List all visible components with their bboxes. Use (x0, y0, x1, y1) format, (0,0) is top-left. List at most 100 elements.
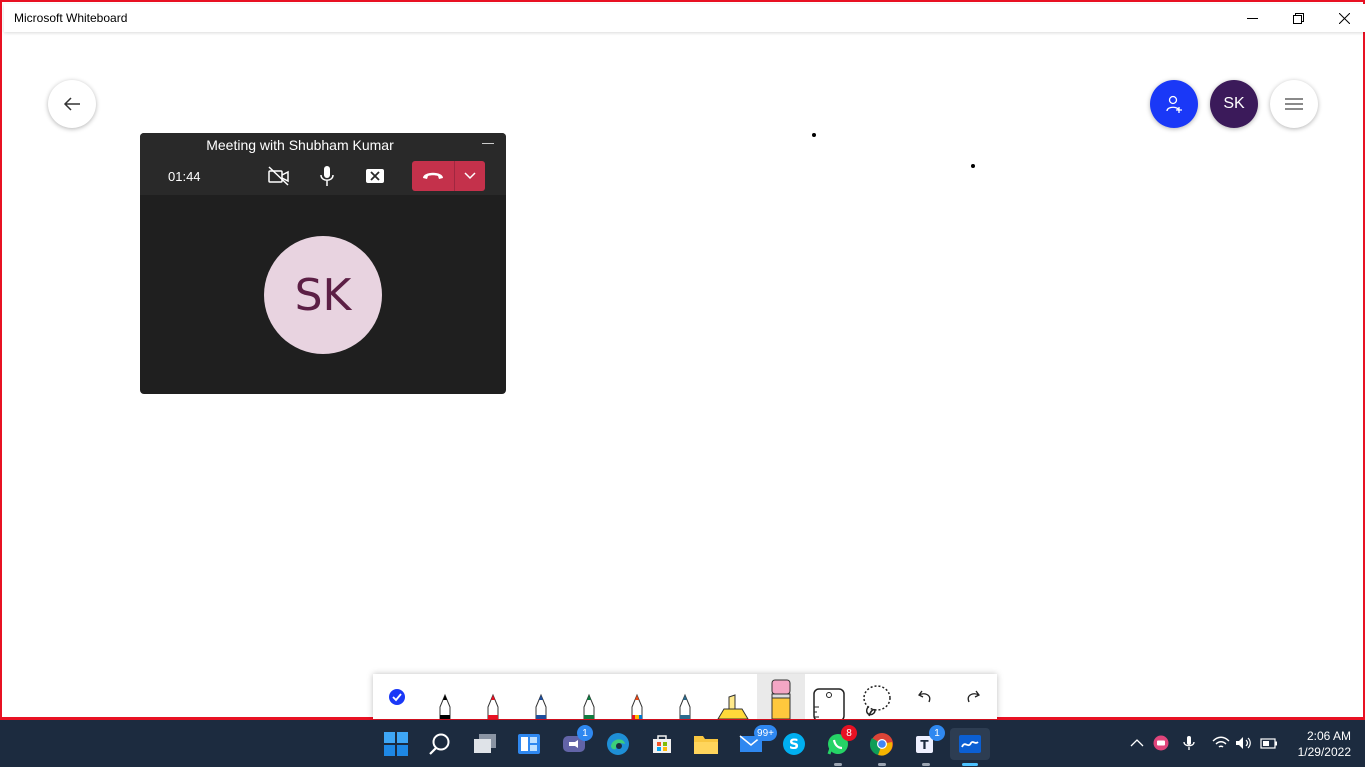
search-icon (429, 733, 450, 755)
battery-icon (1260, 738, 1277, 749)
task-view-button[interactable] (469, 728, 501, 760)
lasso-button[interactable] (853, 674, 901, 719)
svg-text:S: S (789, 737, 799, 753)
whiteboard-button[interactable] (950, 728, 990, 766)
start-button[interactable] (380, 728, 412, 760)
search-button[interactable] (424, 728, 456, 760)
checkmark-circle-icon (389, 688, 405, 705)
user-initials: SK (1223, 95, 1245, 112)
hang-up-group (412, 161, 485, 191)
clock-time: 2:06 AM (1306, 729, 1351, 743)
highlighter-button[interactable] (709, 674, 757, 719)
notification-badge: 8 (841, 725, 857, 741)
whatsapp-button[interactable]: 8 (822, 725, 857, 766)
share-stop-icon (366, 169, 384, 183)
volume-button[interactable] (1233, 732, 1255, 754)
mail-button[interactable]: 99+ (735, 725, 777, 760)
minimize-button[interactable] (1229, 4, 1275, 32)
redo-button[interactable] (949, 674, 997, 719)
chevron-down-icon (464, 172, 476, 180)
notification-badge: 1 (929, 725, 945, 741)
teams-button[interactable]: T 1 (910, 725, 945, 766)
teams-chat-button[interactable]: 1 (558, 725, 593, 760)
edge-icon (607, 733, 629, 755)
meeting-title: Meeting with Shubham Kumar (206, 137, 394, 153)
folder-icon (694, 736, 718, 754)
pen-blue-button[interactable] (517, 674, 565, 719)
meeting-window[interactable]: Meeting with Shubham Kumar 01:44 SK (140, 133, 506, 394)
pen-galaxy-button[interactable] (661, 674, 709, 719)
hang-up-icon (423, 172, 443, 179)
notification-badge: 99+ (754, 725, 777, 741)
redo-icon (967, 690, 980, 702)
edge-button[interactable] (602, 728, 634, 760)
person-add-icon (1166, 95, 1182, 113)
mute-button[interactable] (313, 163, 341, 189)
undo-button[interactable] (901, 674, 949, 719)
show-hidden-icons-button[interactable] (1126, 732, 1148, 754)
pen-black-button[interactable] (421, 674, 469, 719)
camera-toggle-button[interactable] (265, 163, 293, 189)
restore-icon (1292, 12, 1304, 24)
video-off-icon (268, 166, 289, 186)
pen-icon (583, 693, 595, 719)
call-options-dropdown[interactable] (455, 161, 485, 191)
window-title: Microsoft Whiteboard (14, 11, 128, 25)
app-window: Microsoft Whiteboard SK Meeting with Shu… (0, 0, 1365, 720)
call-timer: 01:44 (168, 169, 201, 184)
task-view-icon (474, 734, 496, 753)
minimize-icon (1246, 17, 1258, 19)
running-indicator (834, 763, 842, 766)
pen-red-button[interactable] (469, 674, 517, 719)
battery-button[interactable] (1258, 732, 1280, 754)
microphone-tray-button[interactable] (1178, 732, 1200, 754)
invite-button[interactable] (1150, 80, 1198, 128)
meeting-header: Meeting with Shubham Kumar 01:44 (140, 133, 506, 195)
pen-rainbow-button[interactable] (613, 674, 661, 719)
chrome-button[interactable] (866, 728, 898, 766)
ruler-button[interactable] (805, 674, 853, 719)
chrome-icon (870, 733, 893, 756)
ink-dot (971, 164, 975, 168)
notification-badge: 1 (577, 725, 593, 741)
pen-icon (631, 693, 643, 719)
close-icon (1338, 12, 1350, 24)
wifi-button[interactable] (1210, 732, 1232, 754)
microphone-icon (320, 166, 334, 186)
clock[interactable]: 2:06 AM 1/29/2022 (1298, 728, 1351, 760)
meet-now-button[interactable] (1150, 732, 1172, 754)
inking-toolbar (373, 674, 997, 719)
user-avatar-button[interactable]: SK (1210, 80, 1258, 128)
back-button[interactable] (48, 80, 96, 128)
svg-text:T: T (920, 738, 929, 752)
store-button[interactable] (646, 728, 678, 760)
running-indicator (878, 763, 886, 766)
pen-icon (679, 693, 691, 719)
wifi-icon (1212, 736, 1230, 748)
widgets-button[interactable] (513, 728, 545, 760)
taskbar: 1 99+ S 8 T 1 2:06 AM 1/29/2022 (0, 720, 1365, 767)
stop-sharing-button[interactable] (361, 163, 389, 189)
meeting-minimize-icon[interactable] (482, 143, 494, 144)
close-button[interactable] (1321, 4, 1365, 32)
select-tool-button[interactable] (373, 674, 421, 719)
volume-icon (1236, 737, 1251, 749)
title-bar: Microsoft Whiteboard (4, 4, 1365, 32)
arrow-left-icon (63, 97, 80, 111)
chevron-up-icon (1130, 739, 1144, 747)
store-icon (653, 735, 671, 753)
running-indicator (922, 763, 930, 766)
lasso-icon (863, 685, 891, 717)
file-explorer-button[interactable] (690, 728, 722, 760)
eraser-button[interactable] (757, 674, 805, 719)
hamburger-menu-icon (1285, 98, 1303, 110)
participant-initials: SK (294, 269, 352, 321)
skype-button[interactable]: S (778, 728, 810, 760)
menu-button[interactable] (1270, 80, 1318, 128)
hang-up-button[interactable] (412, 161, 454, 191)
highlighter-icon (717, 694, 749, 719)
eraser-icon (771, 679, 791, 719)
pen-green-button[interactable] (565, 674, 613, 719)
windows-logo-icon (384, 732, 408, 756)
restore-button[interactable] (1275, 4, 1321, 32)
